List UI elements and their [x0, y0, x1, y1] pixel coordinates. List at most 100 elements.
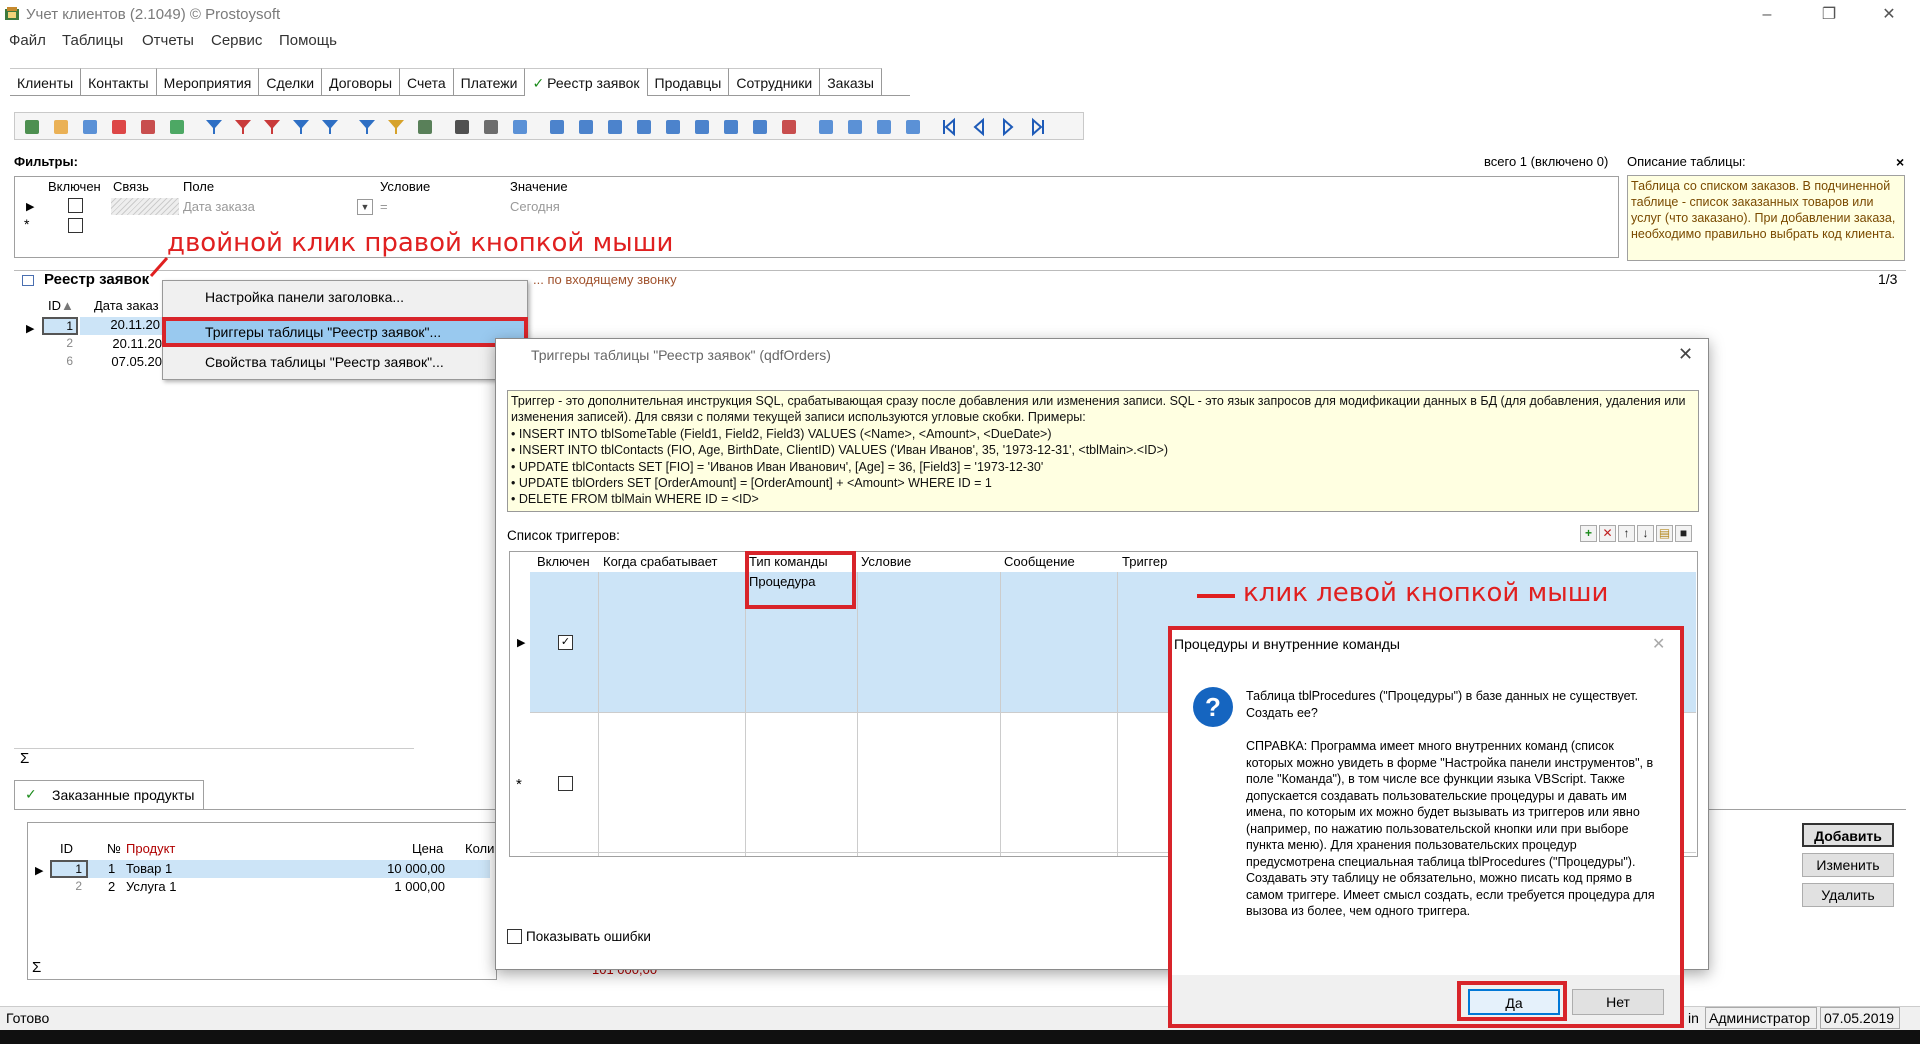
delete-trigger-icon[interactable]: ✕: [1599, 525, 1616, 542]
filter-icon[interactable]: [204, 117, 224, 137]
report-2-icon[interactable]: [845, 117, 865, 137]
add-trigger-icon[interactable]: +: [1580, 525, 1597, 542]
table-row-id[interactable]: 2: [42, 336, 78, 353]
filter-link-cell[interactable]: [111, 198, 179, 215]
filter-condition-value[interactable]: =: [380, 199, 388, 214]
first-record-icon[interactable]: [940, 117, 960, 137]
tab-clients[interactable]: Клиенты: [10, 68, 82, 96]
chevron-down-icon[interactable]: ▼: [357, 199, 373, 215]
move-up-icon[interactable]: ↑: [1618, 525, 1635, 542]
last-record-icon[interactable]: [1027, 117, 1047, 137]
export-7-icon[interactable]: [721, 117, 741, 137]
triggers-info-example-4: • UPDATE tblOrders SET [OrderAmount] = […: [511, 476, 992, 491]
maximize-button[interactable]: ❐: [1806, 4, 1852, 26]
menu-service[interactable]: Сервис: [211, 32, 262, 49]
chart-icon[interactable]: [779, 117, 799, 137]
sub-col-price[interactable]: Цена: [412, 841, 443, 856]
sub-col-product[interactable]: Продукт: [126, 841, 175, 856]
prev-record-icon[interactable]: [969, 117, 989, 137]
close-icon[interactable]: ×: [1896, 154, 1904, 170]
table-row-date[interactable]: 07.05.20: [80, 354, 162, 371]
close-icon[interactable]: ✕: [1652, 634, 1665, 654]
report-4-icon[interactable]: [903, 117, 923, 137]
save-icon[interactable]: ■: [1675, 525, 1692, 542]
sql-icon[interactable]: [415, 117, 435, 137]
delete-button[interactable]: Удалить: [1802, 883, 1894, 907]
status-date: 07.05.2019: [1820, 1007, 1900, 1029]
tab-contacts[interactable]: Контакты: [81, 68, 157, 96]
app-icon: [4, 6, 20, 22]
export-5-icon[interactable]: [663, 117, 683, 137]
export-2-icon[interactable]: [576, 117, 596, 137]
preview-icon[interactable]: [510, 117, 530, 137]
filter-options-icon[interactable]: [320, 117, 340, 137]
filter-value-value[interactable]: Сегодня: [510, 199, 560, 214]
sub-col-num[interactable]: №: [107, 841, 121, 856]
export-4-icon[interactable]: [634, 117, 654, 137]
show-errors-label: Показывать ошибки: [526, 929, 651, 944]
main-table-footer: [14, 748, 414, 768]
add-record-icon[interactable]: [22, 117, 42, 137]
refresh-icon[interactable]: [167, 117, 187, 137]
edit-icon[interactable]: [51, 117, 71, 137]
sub-row-num: 1: [108, 861, 116, 876]
sub-row-id[interactable]: 2: [50, 879, 88, 896]
delete-icon[interactable]: [109, 117, 129, 137]
tab-deals[interactable]: Сделки: [259, 68, 323, 96]
tab-contracts[interactable]: Договоры: [322, 68, 401, 96]
tab-sellers[interactable]: Продавцы: [647, 68, 730, 96]
export-8-icon[interactable]: [750, 117, 770, 137]
export-1-icon[interactable]: [547, 117, 567, 137]
table-row-date[interactable]: 20.11.20: [80, 336, 162, 353]
col-date[interactable]: Дата заказ: [94, 298, 159, 313]
filter-enabled-checkbox[interactable]: [68, 198, 83, 213]
tab-events[interactable]: Мероприятия: [156, 68, 260, 96]
tab-invoices[interactable]: Счета: [400, 68, 454, 96]
move-down-icon[interactable]: ↓: [1637, 525, 1654, 542]
tab-orders[interactable]: Заказы: [820, 68, 882, 96]
table-row-date[interactable]: 20.11.20: [80, 317, 162, 335]
tab-payments[interactable]: Платежи: [453, 68, 526, 96]
filter-clear-icon[interactable]: [262, 117, 282, 137]
print-icon[interactable]: [481, 117, 501, 137]
open-folder-icon[interactable]: ▤: [1656, 525, 1673, 542]
table-row-id[interactable]: 6: [42, 354, 78, 371]
sub-row-id[interactable]: 1: [50, 860, 88, 878]
menu-help[interactable]: Помощь: [279, 32, 337, 49]
menu-tables[interactable]: Таблицы: [62, 32, 123, 49]
filter-new-checkbox[interactable]: [68, 218, 83, 233]
filter-field-value[interactable]: Дата заказа: [183, 199, 255, 214]
close-window-button[interactable]: ✕: [1866, 4, 1912, 26]
table-row-id[interactable]: 1: [42, 317, 78, 335]
menu-reports[interactable]: Отчеты: [142, 32, 194, 49]
question-icon: ?: [1193, 687, 1233, 727]
tab-employees[interactable]: Сотрудники: [729, 68, 821, 96]
find-icon[interactable]: [452, 117, 472, 137]
filter-remove-icon[interactable]: [233, 117, 253, 137]
close-icon[interactable]: ✕: [1678, 344, 1693, 365]
tab-orders-registry[interactable]: ✓ Реестр заявок: [525, 68, 648, 96]
menu-file[interactable]: Файл: [9, 32, 46, 49]
trigger-enabled-checkbox[interactable]: ✓: [558, 635, 573, 650]
edit-button[interactable]: Изменить: [1802, 853, 1894, 877]
sub-col-id[interactable]: ID: [60, 841, 73, 856]
minimize-button[interactable]: –: [1744, 4, 1790, 26]
delete-multi-icon[interactable]: [138, 117, 158, 137]
report-3-icon[interactable]: [874, 117, 894, 137]
export-3-icon[interactable]: [605, 117, 625, 137]
export-6-icon[interactable]: [692, 117, 712, 137]
menu-item-properties[interactable]: Свойства таблицы "Реестр заявок"...: [205, 354, 444, 370]
status-user-prefix: in: [1688, 1010, 1699, 1026]
menu-item-header-settings[interactable]: Настройка панели заголовка...: [205, 289, 404, 305]
group-icon[interactable]: [386, 117, 406, 137]
next-record-icon[interactable]: [998, 117, 1018, 137]
show-errors-checkbox[interactable]: [507, 929, 522, 944]
trigger-new-checkbox[interactable]: [558, 776, 573, 791]
copy-icon[interactable]: [80, 117, 100, 137]
add-button[interactable]: Добавить: [1802, 823, 1894, 847]
no-button[interactable]: Нет: [1572, 989, 1664, 1015]
filter-edit-icon[interactable]: [291, 117, 311, 137]
filter-active-icon[interactable]: [357, 117, 377, 137]
col-id[interactable]: ID▲: [48, 298, 74, 313]
report-1-icon[interactable]: [816, 117, 836, 137]
